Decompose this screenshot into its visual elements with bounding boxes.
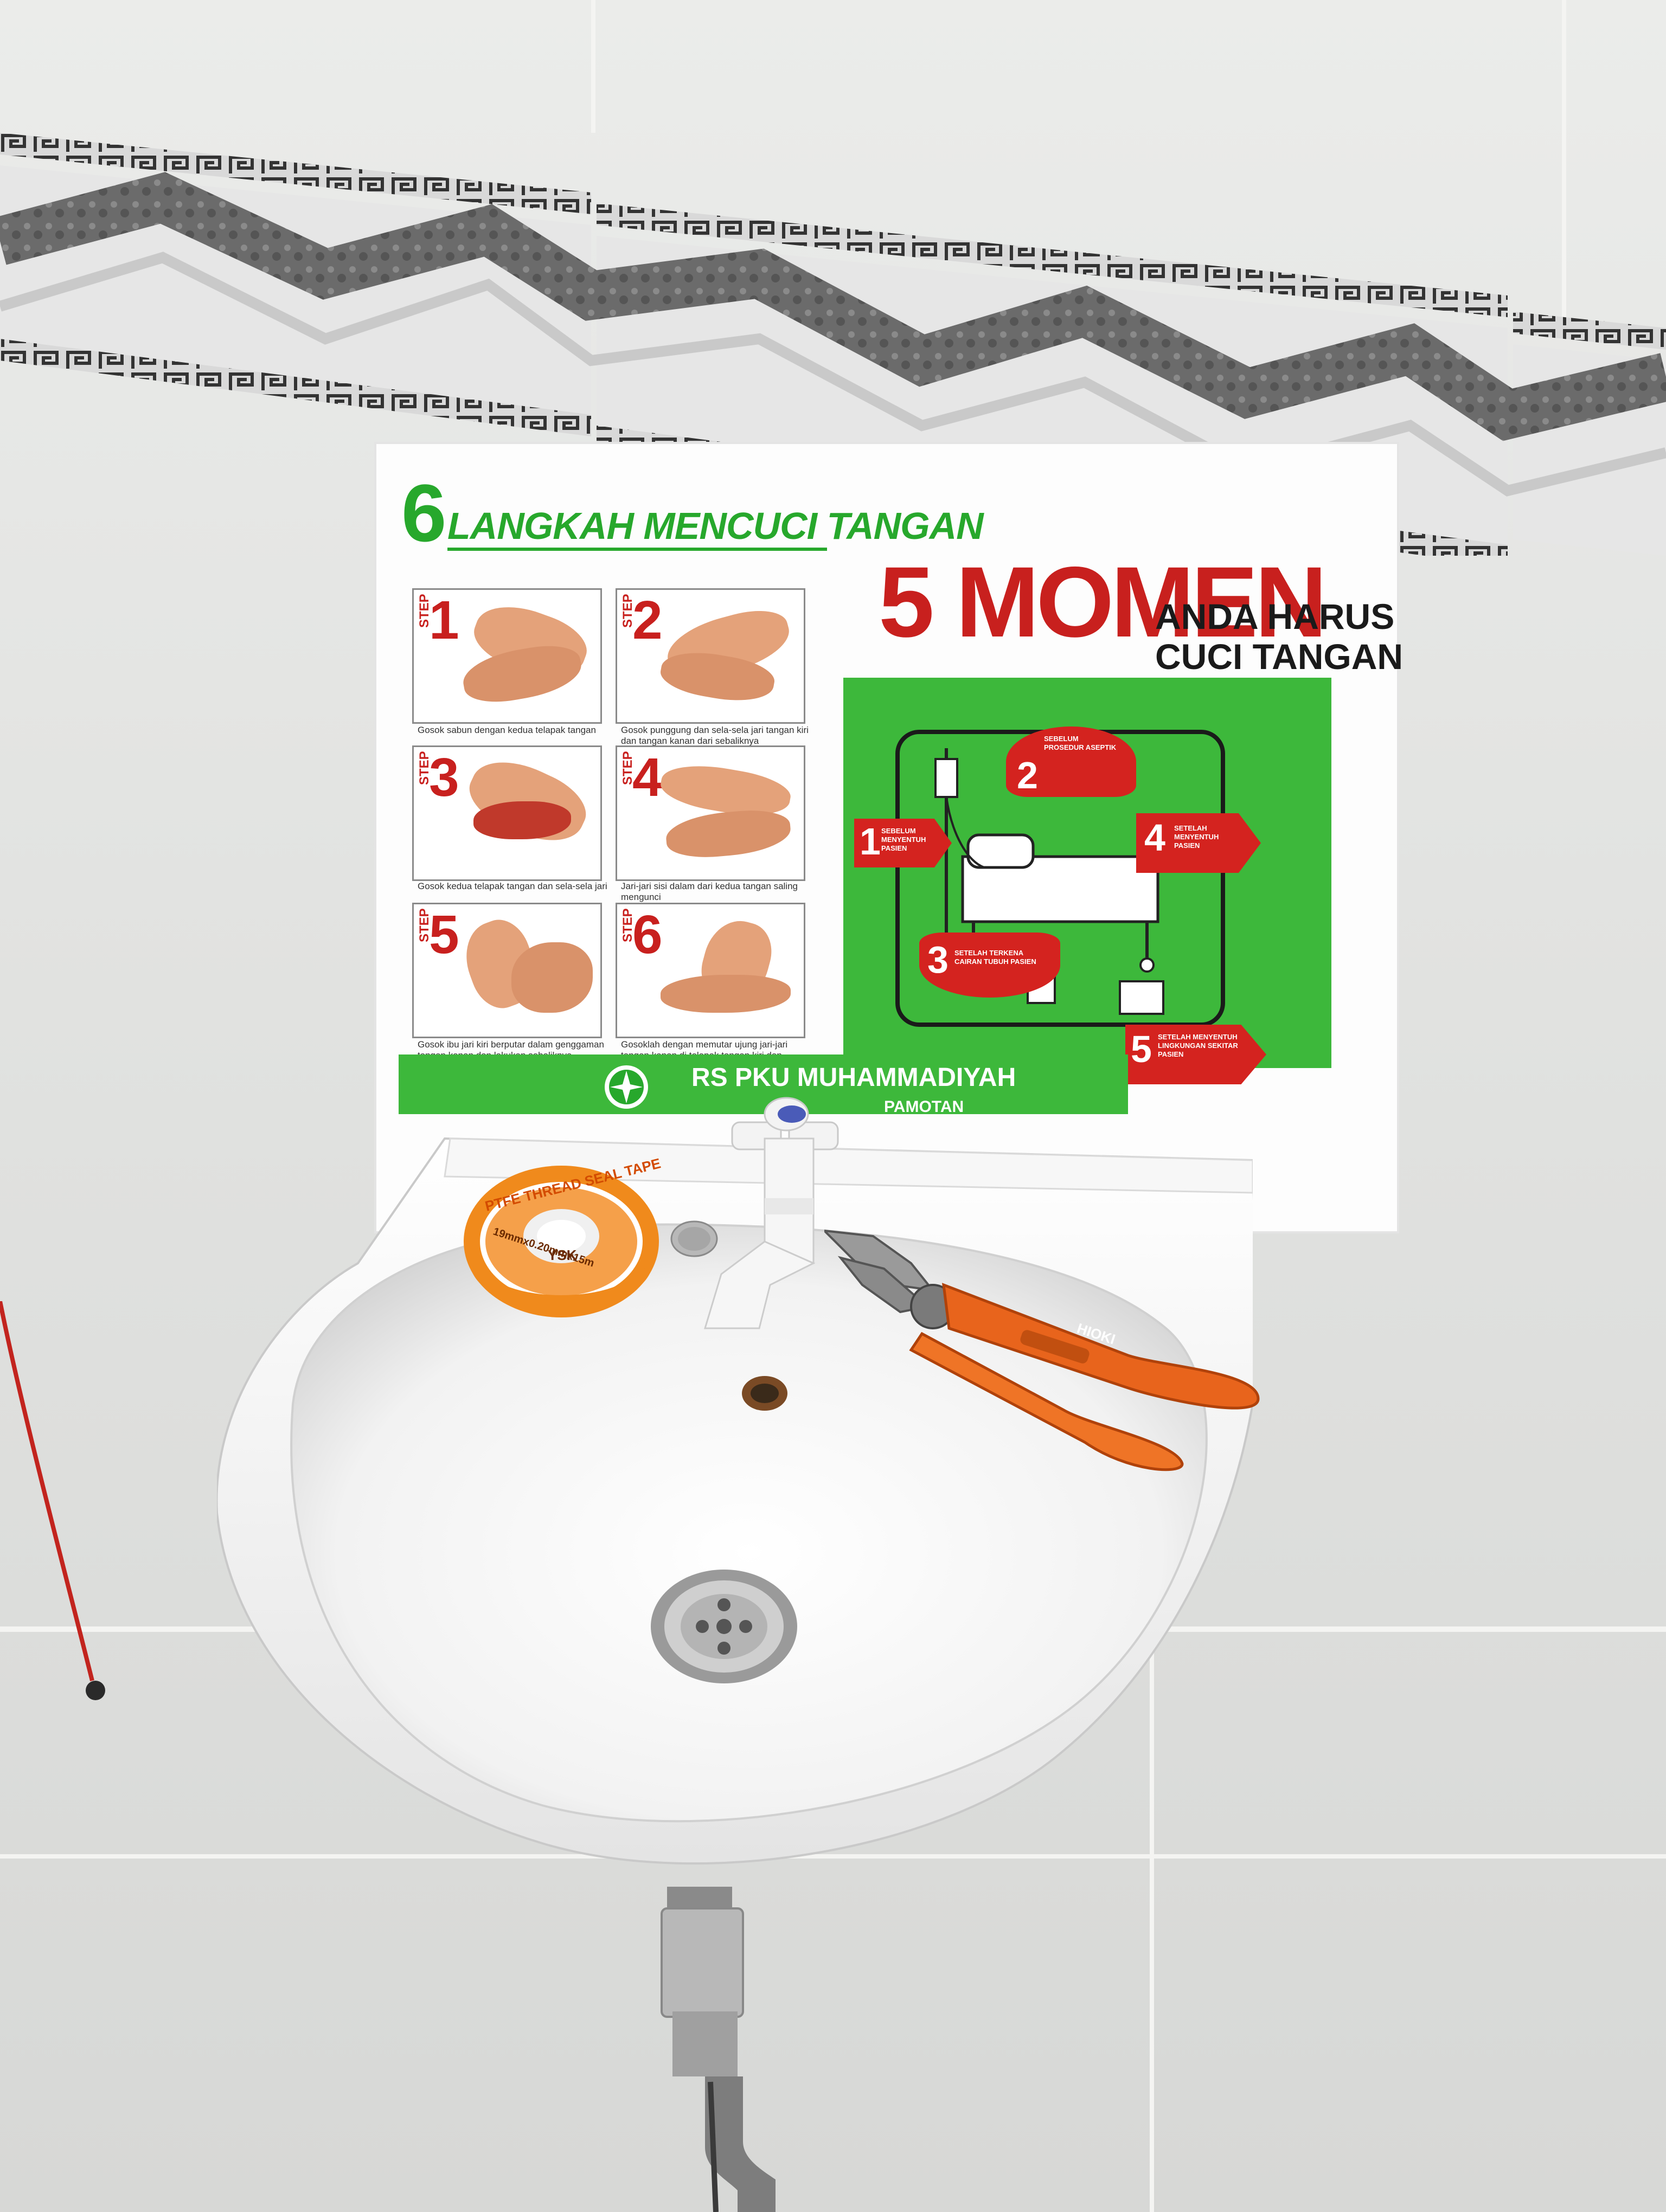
poster-right-subtitle-line1: ANDA HARUS <box>1155 596 1395 636</box>
step-number: 6 <box>632 904 663 965</box>
red-cord <box>0 1301 105 1700</box>
moment-number: 3 <box>927 938 949 981</box>
moment-number: 4 <box>1144 816 1165 859</box>
coin <box>670 1220 718 1257</box>
step-number: 4 <box>632 747 663 808</box>
step-panel-6: STEP 6 <box>616 903 805 1038</box>
handwashing-steps: STEP 1 Gosok sabun dengan kedua telapak … <box>412 588 824 1076</box>
step-panel-5: STEP 5 <box>412 903 602 1038</box>
moment-number: 1 <box>860 820 881 863</box>
moment-label: SETELAH TERKENA CAIRAN TUBUH PASIEN <box>954 949 1036 966</box>
hands-illustration <box>511 942 593 1013</box>
moment-label: SETELAH MENYENTUH LINGKUNGAN SEKITAR PAS… <box>1158 1033 1238 1058</box>
hands-illustration <box>459 639 586 709</box>
combination-pliers <box>824 1229 1260 1471</box>
step-panel-3: STEP 3 <box>412 745 602 881</box>
step-caption: Gosok punggung dan sela-sela jari tangan… <box>621 725 809 746</box>
step-number: 5 <box>429 904 459 965</box>
moment-label: SETELAH MENYENTUH PASIEN <box>1174 824 1219 850</box>
hands-illustration <box>661 975 791 1013</box>
poster-left-title: LANGKAH MENCUCI TANGAN <box>447 505 984 547</box>
step-panel-2: STEP 2 <box>616 588 805 724</box>
moment-number: 5 <box>1131 1028 1152 1070</box>
hands-illustration <box>473 801 571 839</box>
poster-right-subtitle: ANDA HARUS CUCI TANGAN <box>1155 596 1403 677</box>
step-panel-4: STEP 4 <box>616 745 805 881</box>
hands-illustration <box>664 807 793 861</box>
tile-grout <box>591 0 595 133</box>
step-panel-1: STEP 1 <box>412 588 602 724</box>
step-caption: Gosok sabun dengan kedua telapak tangan <box>418 725 596 735</box>
drain-pipe <box>661 1887 776 2212</box>
step-caption: Gosok kedua telapak tangan dan sela-sela… <box>418 881 607 891</box>
poster-right-subtitle-line2: CUCI TANGAN <box>1155 636 1404 677</box>
step-number: 1 <box>429 590 459 651</box>
poster-left-title-number: 6 <box>401 467 447 558</box>
moment-number: 2 <box>1017 754 1038 796</box>
five-moments-panel: 1 SEBELUM MENYENTUH PASIEN 2 SEBELUM PRO… <box>843 678 1331 1084</box>
hospital-name: RS PKU MUHAMMADIYAH <box>691 1063 1016 1092</box>
step-caption: Jari-jari sisi dalam dari kedua tangan s… <box>621 881 798 902</box>
step-number: 2 <box>632 590 663 651</box>
sink-drain <box>651 1570 797 1683</box>
moment-label: SEBELUM PROSEDUR ASEPTIK <box>1044 735 1117 751</box>
poster-title-underline <box>447 548 827 551</box>
step-number: 3 <box>429 747 459 808</box>
moment-label: SEBELUM MENYENTUH PASIEN <box>881 827 926 852</box>
